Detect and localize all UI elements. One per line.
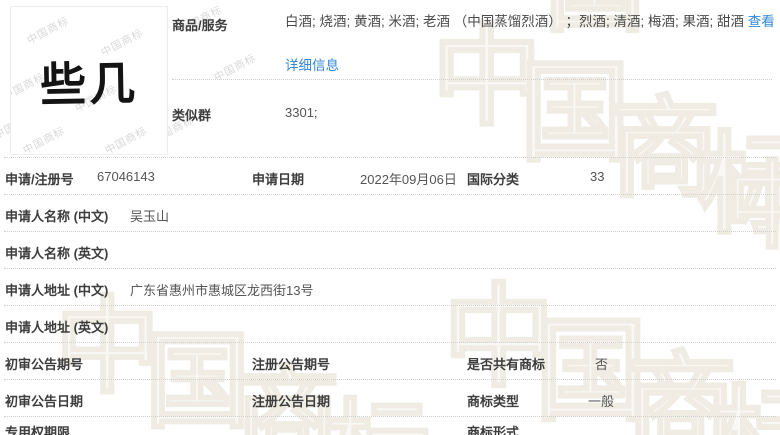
shared-mark-value: 否 [595,354,608,373]
reg-no-value: 67046143 [97,169,155,184]
row-separator [4,231,776,232]
applicant-cn-label: 申请人名称 (中文) [5,206,108,225]
row-separator [4,305,776,306]
detail-table: 中国商标 中国商标 中国商标 中国商标 中国商标 中国商标 些几 商品/服务 白… [0,0,780,435]
trademark-image: 中国商标 中国商标 中国商标 中国商标 中国商标 中国商标 些几 [10,6,168,155]
row-separator [4,379,776,380]
address-cn-label: 申请人地址 (中文) [5,280,108,299]
reg-notice-no-label: 注册公告期号 [252,354,330,373]
first-notice-date-label: 初审公告日期 [5,391,83,410]
mark-form-label: 商标形式 [467,422,519,435]
similar-group-value: 3301; [285,105,318,120]
applicant-cn-value: 吴玉山 [130,206,169,225]
app-date-value: 2022年09月06日 [360,169,457,188]
trademark-detail-page: 中 国 商 标 国 中 中 国 商 标 中 国 商 标 中国商标 中国商标 中国… [0,0,780,435]
row-separator [4,157,776,158]
reg-notice-date-label: 注册公告日期 [252,391,330,410]
applicant-en-label: 申请人名称 (英文) [5,243,108,262]
row-separator [4,416,776,417]
goods-services-label: 商品/服务 [172,15,228,34]
mark-type-value: 一般 [588,391,614,410]
intl-class-value: 33 [590,169,604,184]
term-label: 专用权期限 [5,422,70,435]
address-cn-value: 广东省惠州市惠城区龙西街13号 [130,280,313,299]
goods-services-text: 白酒; 烧酒; 黄酒; 米酒; 老酒 （中国蒸馏烈酒） ；烈酒; 清酒; 梅酒;… [285,14,748,29]
row-separator [4,342,776,343]
goods-services-value: 白酒; 烧酒; 黄酒; 米酒; 老酒 （中国蒸馏烈酒） ；烈酒; 清酒; 梅酒;… [285,0,777,88]
mark-type-label: 商标类型 [467,391,519,410]
row-separator [4,194,776,195]
reg-no-label: 申请/注册号 [5,169,74,188]
similar-group-label: 类似群 [172,105,211,124]
trademark-calligraphy: 些几 [10,6,168,155]
intl-class-label: 国际分类 [467,169,519,188]
address-en-label: 申请人地址 (英文) [5,317,108,336]
first-notice-no-label: 初审公告期号 [5,354,83,373]
app-date-label: 申请日期 [252,169,304,188]
row-separator [4,268,776,269]
shared-mark-label: 是否共有商标 [467,354,545,373]
